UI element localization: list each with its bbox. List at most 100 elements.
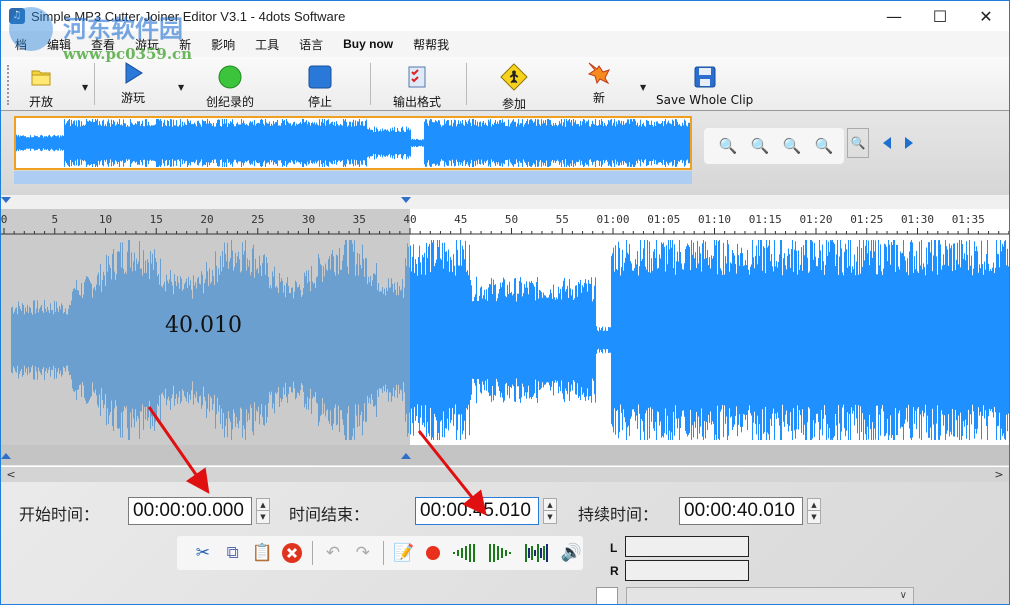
checklist-icon: [408, 66, 426, 88]
zoom-button[interactable]: 🔍: [847, 128, 869, 158]
fade-in-button[interactable]: [451, 540, 481, 566]
redo-button[interactable]: ↷: [351, 540, 375, 566]
bottom-marker-row: [1, 445, 1009, 465]
minimize-button[interactable]: —: [871, 1, 917, 31]
volume-button[interactable]: 🔊: [559, 540, 583, 566]
zoom-selection-button[interactable]: 🔍: [814, 136, 834, 156]
undo-button[interactable]: ↶: [321, 540, 345, 566]
audio-device-select[interactable]: ∨: [626, 587, 914, 604]
overview-wave-svg: [16, 119, 690, 167]
record-small-button[interactable]: [421, 540, 445, 566]
end-time-input[interactable]: 00:00:45.010: [415, 497, 539, 525]
zoom-icon: 🔍: [850, 136, 866, 150]
zoom-in-button[interactable]: 🔍: [718, 136, 738, 156]
save-whole-clip-label: Save Whole Clip: [656, 93, 754, 107]
time-ruler[interactable]: 0 5 10 15 20 25 30 35 40 45 50 55 01:00 01:05 01:10 01:…: [1, 209, 1009, 235]
fade-out-button[interactable]: [487, 540, 517, 566]
undo-icon: ↶: [325, 543, 341, 563]
menu-view[interactable]: 查看: [81, 36, 125, 53]
duration-spinner[interactable]: ▲ ▼: [807, 498, 821, 524]
main-waveform[interactable]: 40.010: [1, 235, 1009, 445]
menu-bar: 档 编辑 查看 游玩 新 影响 工具 语言 Buy now 帮帮我: [1, 31, 1009, 57]
stop-button[interactable]: 停止: [308, 65, 332, 110]
end-marker-top[interactable]: [401, 197, 411, 203]
menu-language[interactable]: 语言: [289, 36, 333, 53]
play-label: 游玩: [121, 91, 146, 105]
start-time-spinner[interactable]: ▲ ▼: [256, 498, 270, 524]
copy-button[interactable]: ⧉: [221, 540, 245, 566]
zoom-fit-width-icon: 🔍: [782, 137, 802, 155]
open-button[interactable]: 开放: [29, 65, 53, 110]
edit-tags-button[interactable]: 📝: [392, 540, 416, 566]
scroll-right-button[interactable]: >: [991, 467, 1007, 483]
stop-icon: [308, 65, 332, 89]
menu-play[interactable]: 游玩: [125, 36, 169, 53]
top-marker-row: [1, 195, 1009, 209]
selection-length-label: 40.010: [165, 313, 242, 338]
menu-new[interactable]: 新: [169, 36, 201, 53]
paste-button[interactable]: 📋: [251, 540, 275, 566]
duration-input[interactable]: 00:00:40.010: [679, 497, 803, 525]
left-channel-meter: [625, 536, 749, 557]
end-marker-bottom[interactable]: [401, 453, 411, 459]
new-button[interactable]: 新: [587, 61, 611, 106]
output-format-label: 输出格式: [393, 95, 442, 109]
close-button[interactable]: ✕: [963, 1, 1009, 31]
start-marker-bottom[interactable]: [1, 453, 11, 459]
toolbar-separator: [94, 63, 95, 105]
horizontal-scrollbar[interactable]: < >: [1, 466, 1009, 482]
toolbar-grip[interactable]: [7, 65, 9, 105]
menu-help[interactable]: 帮帮我: [403, 36, 459, 53]
edit-tags-icon: 📝: [392, 543, 415, 563]
zoom-out-button[interactable]: 🔍: [750, 136, 770, 156]
scroll-left-button[interactable]: <: [3, 467, 19, 483]
output-format-button[interactable]: 输出格式: [393, 65, 441, 110]
save-whole-clip-button[interactable]: Save Whole Clip: [656, 65, 753, 107]
menu-edit[interactable]: 编辑: [37, 36, 81, 53]
ruler-tick-label: 01:05: [647, 213, 681, 226]
end-time-spinner[interactable]: ▲ ▼: [543, 498, 557, 524]
delete-button[interactable]: [280, 540, 304, 566]
menu-effects[interactable]: 影响: [201, 36, 245, 53]
chevron-down-icon: ∨: [899, 590, 907, 601]
save-floppy-icon: [694, 66, 716, 88]
record-icon: [426, 546, 441, 560]
ruler-tick-label: 20: [200, 213, 214, 226]
ruler-tick-label: 35: [352, 213, 366, 226]
overview-scroll-bar[interactable]: [14, 171, 692, 184]
open-dropdown-arrow[interactable]: ▼: [82, 83, 88, 92]
play-dropdown-arrow[interactable]: ▼: [178, 83, 184, 92]
start-marker-top[interactable]: [1, 197, 11, 203]
play-button[interactable]: 游玩: [121, 61, 145, 106]
maximize-icon: ☐: [932, 6, 948, 26]
scroll-left-icon[interactable]: [883, 137, 891, 149]
ruler-tick-label: 01:35: [951, 213, 985, 226]
main-toolbar: 开放 ▼ 游玩 ▼ 创纪录的 停止 输出格式 参加 新 ▼ Save Whole…: [1, 57, 1009, 111]
cut-icon: ✂: [195, 543, 211, 563]
zoom-fit-width-button[interactable]: 🔍: [782, 136, 802, 156]
cut-button[interactable]: ✂: [191, 540, 215, 566]
new-dropdown-arrow[interactable]: ▼: [640, 83, 646, 92]
ruler-tick-label: 30: [301, 213, 316, 226]
record-button[interactable]: 创纪录的: [206, 65, 254, 110]
speaker-device-icon[interactable]: [596, 587, 618, 604]
scroll-right-icon[interactable]: [905, 137, 913, 149]
right-channel-label: R: [610, 564, 619, 578]
maximize-button[interactable]: ☐: [917, 1, 963, 31]
waveform-svg: [11, 240, 1009, 440]
ruler-tick-label: 01:15: [748, 213, 782, 226]
overview-waveform[interactable]: [14, 116, 692, 170]
toolbar-separator: [312, 541, 314, 565]
ruler-tick-label: 25: [251, 213, 265, 226]
new-label: 新: [592, 91, 605, 105]
menu-file[interactable]: 档: [1, 36, 37, 53]
start-time-input[interactable]: 00:00:00.000: [128, 497, 252, 525]
minimize-icon: —: [886, 6, 902, 26]
normalize-button[interactable]: [523, 540, 553, 566]
menu-buy-now[interactable]: Buy now: [333, 37, 403, 51]
menu-tools[interactable]: 工具: [245, 36, 289, 53]
join-button[interactable]: 参加: [499, 63, 529, 112]
waveform-selected-region: [11, 240, 410, 440]
zoom-selection-icon: 🔍: [814, 137, 834, 155]
ruler-tick-label: 01:00: [596, 213, 630, 226]
